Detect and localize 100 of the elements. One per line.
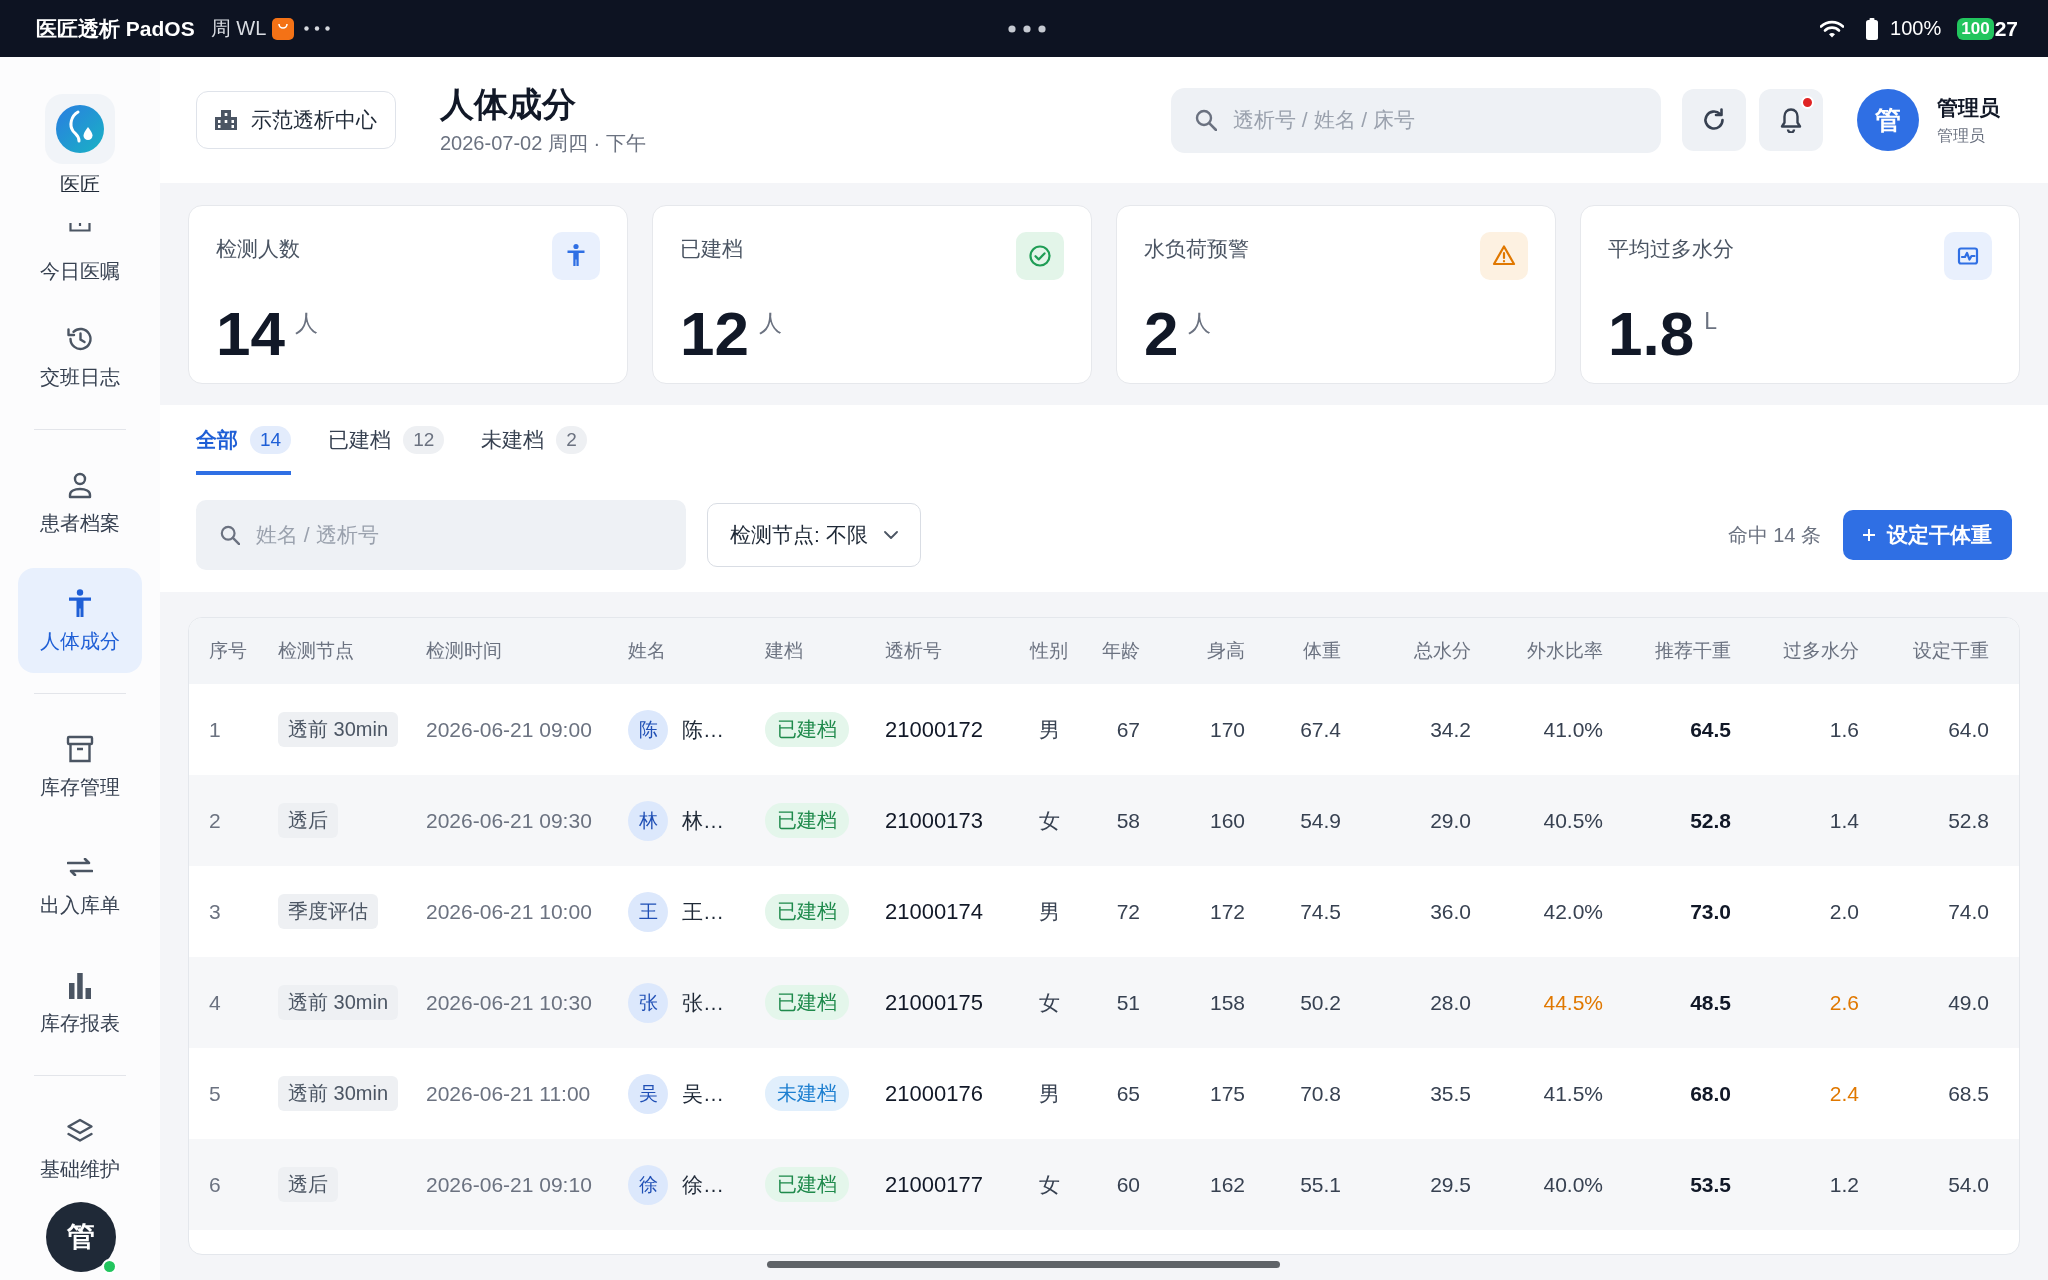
status-bar-title: 医匠透析 PadOS — [36, 15, 195, 42]
column-header: 设定干重 — [1913, 639, 1989, 663]
table-cell: 34.2 — [1430, 717, 1471, 742]
stat-title: 水负荷预警 — [1144, 236, 1249, 262]
status-badge: 已建档 — [765, 803, 849, 838]
column-header: 建档 — [765, 639, 803, 663]
nav-item[interactable]: 库存管理 — [18, 714, 142, 819]
nav-item[interactable]: 基础维护 — [18, 1096, 142, 1201]
filter-tab[interactable]: 已建档 12 — [328, 425, 445, 475]
table-cell: 35.5 — [1430, 1081, 1471, 1106]
swap-arrows-icon — [67, 858, 93, 876]
stat-unit: 人 — [758, 309, 782, 338]
patient-name[interactable]: 林… — [682, 806, 724, 835]
stat-title: 检测人数 — [216, 236, 300, 262]
set-dry-weight-button[interactable]: 设定干体重 — [1843, 510, 2012, 560]
column-header: 姓名 — [628, 639, 666, 663]
node-tag: 透前 30min — [278, 712, 399, 747]
table-cell: 175 — [1209, 1081, 1245, 1106]
patient-name[interactable]: 吴… — [682, 1079, 724, 1108]
bell-icon — [1780, 107, 1802, 133]
table-cell: 4 — [209, 990, 221, 1015]
stat-unit: L — [1704, 308, 1717, 335]
patient-name[interactable]: 陈… — [682, 715, 724, 744]
status-badge: 已建档 — [765, 1167, 849, 1202]
table-cell: 21000173 — [885, 807, 983, 834]
table-cell: 29.5 — [1430, 1172, 1471, 1197]
node-select-dropdown[interactable]: 检测节点: 不限 — [707, 503, 921, 567]
charge-badge: 100 — [1957, 17, 1994, 40]
logo-icon[interactable] — [45, 94, 115, 164]
column-header: 身高 — [1207, 639, 1245, 663]
nav-item[interactable]: 今日医嘱 — [18, 197, 142, 291]
stat-value: 2 — [1144, 302, 1179, 366]
calendar-icon — [68, 223, 92, 232]
shopping-bag-app-icon — [272, 17, 295, 40]
column-header: 外水比率 — [1527, 639, 1603, 663]
building-icon — [215, 110, 237, 130]
nav-item[interactable]: 库存报表 — [18, 950, 142, 1055]
table-cell: 67 — [1116, 717, 1140, 742]
table-cell: 6 — [209, 1172, 221, 1197]
table-cell: 160 — [1209, 808, 1245, 833]
table-cell: 2026-06-21 09:10 — [426, 1172, 592, 1197]
refresh-button[interactable] — [1682, 89, 1746, 151]
table-cell: 1.6 — [1829, 717, 1859, 742]
table-cell: 21000172 — [885, 716, 983, 743]
column-header: 检测节点 — [278, 639, 354, 663]
user-avatar[interactable]: 管 — [1857, 89, 1919, 151]
table-cell: 2 — [209, 808, 221, 833]
table-cell: 21000174 — [885, 898, 983, 925]
node-tag: 透前 30min — [278, 1076, 399, 1111]
battery-level-text: 100% — [1890, 17, 1942, 40]
table-cell: 1.2 — [1829, 1172, 1859, 1197]
table-cell: 68.5 — [1948, 1081, 1989, 1106]
brand-name: 医匠 — [60, 172, 100, 197]
page-date: 2026-07-02 周四 · 下午 — [440, 130, 646, 156]
standing-person-icon — [66, 589, 94, 617]
nav-item[interactable]: 交班日志 — [18, 304, 142, 409]
table-cell: 2.6 — [1829, 990, 1859, 1015]
table-cell: 52.8 — [1690, 808, 1731, 833]
nav-item[interactable]: 出入库单 — [18, 832, 142, 937]
table-cell: 41.0% — [1543, 717, 1603, 742]
column-header: 总水分 — [1414, 639, 1471, 663]
history-icon — [66, 325, 94, 353]
notifications-button[interactable] — [1759, 89, 1823, 151]
battery-icon — [1866, 17, 1879, 40]
wifi-icon — [1820, 19, 1845, 38]
patient-name[interactable]: 张… — [682, 988, 724, 1017]
table-cell-text: 男 — [1038, 716, 1060, 743]
search-field[interactable]: 姓名 / 透析号 — [196, 500, 686, 570]
filter-tab[interactable]: 未建档 2 — [481, 425, 587, 475]
search-field[interactable]: 透析号 / 姓名 / 床号 — [1171, 87, 1661, 153]
nav-item[interactable]: 患者档案 — [18, 450, 142, 555]
initial-avatar: 林 — [628, 800, 668, 841]
table-cell: 49.0 — [1948, 990, 1989, 1015]
table-cell: 73.0 — [1690, 899, 1731, 924]
center-select-button[interactable]: 示范透析中心 — [196, 91, 396, 149]
patient-name[interactable]: 王… — [682, 897, 724, 926]
table-cell: 41.5% — [1543, 1081, 1603, 1106]
table-cell: 172 — [1209, 899, 1245, 924]
multitask-dots-icon[interactable] — [1008, 24, 1046, 33]
table-cell: 40.5% — [1543, 808, 1603, 833]
filter-tab[interactable]: 全部 14 — [196, 425, 292, 475]
search-icon — [220, 525, 240, 545]
stat-unit: 人 — [294, 309, 318, 338]
stat-value: 1.8 — [1608, 302, 1695, 366]
table-cell: 70.8 — [1300, 1081, 1341, 1106]
table-cell-text: 女 — [1038, 1171, 1060, 1198]
nav-item[interactable]: 人体成分 — [18, 568, 142, 673]
column-header: 检测时间 — [426, 639, 502, 663]
stat-unit: 人 — [1188, 309, 1212, 338]
node-tag: 季度评估 — [278, 894, 378, 929]
initial-avatar: 吴 — [628, 1073, 668, 1114]
node-tag: 透前 30min — [278, 985, 399, 1020]
patient-name[interactable]: 徐… — [682, 1170, 724, 1199]
user-avatar[interactable]: 管 — [46, 1202, 116, 1272]
node-tag: 透后 — [278, 1167, 338, 1202]
plus-icon — [1863, 529, 1875, 541]
status-badge: 已建档 — [765, 894, 849, 929]
table-cell: 42.0% — [1543, 899, 1603, 924]
table-cell: 158 — [1209, 990, 1245, 1015]
user-name: 管理员 — [1937, 94, 2000, 121]
